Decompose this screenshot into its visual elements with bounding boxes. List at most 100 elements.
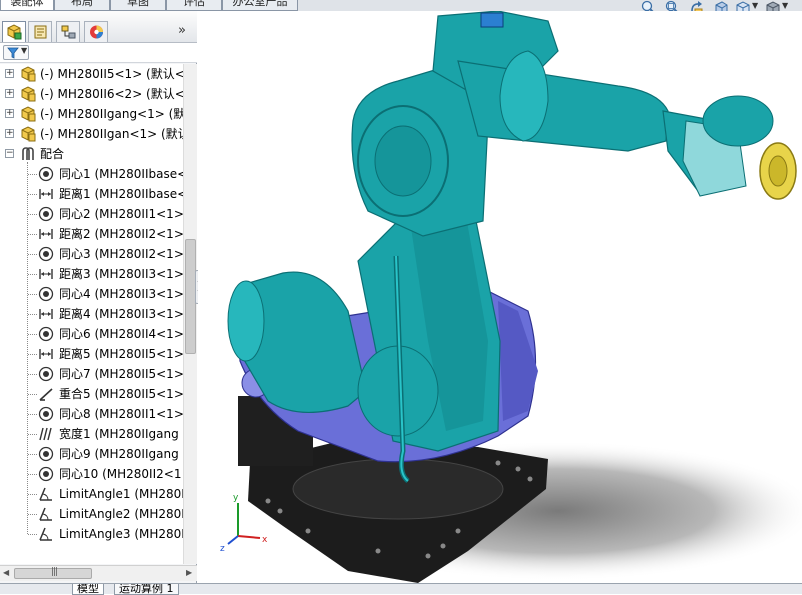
tree-item-mate[interactable]: 宽度1 (MH280IIgang [0, 424, 183, 444]
concentric-mate-icon [38, 446, 54, 462]
part-icon [20, 86, 36, 102]
distance-mate-icon [38, 226, 54, 242]
tab-motion-study-1[interactable]: 运动算例 1 [114, 584, 179, 595]
tree-item-label: (-) MH280IIgan<1> (默认 [40, 127, 183, 141]
tree-item-label: 同心7 (MH280II5<1> [59, 367, 183, 381]
horizontal-scroll-thumb[interactable]: ||| [14, 567, 92, 579]
limitangle-mate-icon [38, 486, 54, 502]
triad-z-label: z [220, 544, 225, 554]
view-orientation-dropdown-icon[interactable]: ▼ [752, 1, 758, 10]
concentric-mate-icon [38, 406, 54, 422]
filter-button[interactable]: ▼ [3, 45, 29, 60]
distance-mate-icon [38, 266, 54, 282]
tree-item-mate[interactable]: 同心8 (MH280II1<1> [0, 404, 183, 424]
tree-item-label: 同心4 (MH280II3<1> [59, 287, 183, 301]
tab-sketch[interactable]: 草图 [110, 0, 166, 11]
tree-item-label: 配合 [40, 147, 65, 161]
tree-item-label: 同心9 (MH280IIgang [59, 447, 179, 461]
configurationmanager-tab[interactable] [56, 21, 80, 42]
bottom-tab-strip: 模型 运动算例 1 [0, 583, 802, 595]
filter-icon [7, 47, 19, 59]
expand-icon[interactable]: + [5, 129, 14, 138]
concentric-mate-icon [38, 246, 54, 262]
displaymanager-tab[interactable] [84, 21, 108, 42]
triad-x-label: x [262, 535, 268, 545]
tree-item-label: 距离3 (MH280II3<1> [59, 267, 183, 281]
tab-assembly[interactable]: 装配体 [0, 0, 54, 11]
tree-item-component[interactable]: + (-) MH280IIgang<1> (默 [0, 104, 183, 124]
tree-item-label: 同心1 (MH280IIbase< [59, 167, 183, 181]
feature-tree: + (-) MH280II5<1> (默认< + (-) MH280II6<2> (默… [0, 64, 183, 564]
concentric-mate-icon [38, 326, 54, 342]
tree-item-mate[interactable]: 同心10 (MH280II2<1 [0, 464, 183, 484]
tree-item-label: 宽度1 (MH280IIgang [59, 427, 179, 441]
tree-horizontal-scrollbar[interactable]: ◀ ||| ▶ [0, 565, 197, 581]
expand-icon[interactable]: + [5, 89, 14, 98]
base-ring [292, 458, 504, 520]
tree-item-mate[interactable]: 同心1 (MH280IIbase< [0, 164, 183, 184]
filter-bar: ▼ [0, 43, 197, 63]
tree-item-label: LimitAngle2 (MH280I [59, 507, 183, 521]
tree-item-mates-folder[interactable]: − 配合 [0, 144, 183, 164]
tree-item-mate[interactable]: 同心3 (MH280II2<1> [0, 244, 183, 264]
concentric-mate-icon [38, 286, 54, 302]
panel-expand-button[interactable]: » [178, 23, 186, 38]
tree-item-mate[interactable]: LimitAngle2 (MH280I [0, 504, 183, 524]
tree-item-mate[interactable]: 同心6 (MH280II4<1> [0, 324, 183, 344]
tree-item-mate[interactable]: 同心9 (MH280IIgang [0, 444, 183, 464]
tree-item-mate[interactable]: 距离5 (MH280II5<1> [0, 344, 183, 364]
tab-evaluate[interactable]: 评估 [166, 0, 222, 11]
featuremanager-tab[interactable] [2, 21, 26, 42]
tree-item-mate[interactable]: 距离3 (MH280II3<1> [0, 264, 183, 284]
tree-item-component[interactable]: + (-) MH280II6<2> (默认< [0, 84, 183, 104]
part-icon [20, 126, 36, 142]
tab-layout[interactable]: 布局 [54, 0, 110, 11]
distance-mate-icon [38, 306, 54, 322]
limitangle-mate-icon [38, 506, 54, 522]
tree-item-mate[interactable]: 距离2 (MH280II2<1> [0, 224, 183, 244]
tree-item-label: 距离4 (MH280II3<1> [59, 307, 183, 321]
tree-item-mate[interactable]: 同心2 (MH280II1<1> [0, 204, 183, 224]
concentric-mate-icon [38, 166, 54, 182]
expand-icon[interactable]: + [5, 109, 14, 118]
forearm[interactable] [457, 60, 669, 152]
tree-item-label: 距离2 (MH280II2<1> [59, 227, 183, 241]
tree-vertical-scrollbar[interactable] [183, 64, 197, 564]
expand-icon[interactable]: + [5, 69, 14, 78]
tree-item-label: (-) MH280II5<1> (默认< [40, 67, 183, 81]
graphics-area[interactable]: y x z [198, 11, 802, 583]
tab-model[interactable]: 模型 [72, 584, 104, 595]
tree-item-mate[interactable]: 同心4 (MH280II3<1> [0, 284, 183, 304]
concentric-mate-icon [38, 206, 54, 222]
connector-box [480, 12, 504, 28]
collapse-icon[interactable]: − [5, 149, 14, 158]
robot-model[interactable]: y x z [198, 11, 802, 583]
tree-item-label: 同心2 (MH280II1<1> [59, 207, 183, 221]
part-icon [20, 106, 36, 122]
concentric-mate-icon [38, 466, 54, 482]
panel-tab-strip: » [0, 11, 197, 43]
display-style-dropdown-icon[interactable]: ▼ [782, 1, 788, 10]
scroll-left-icon[interactable]: ◀ [3, 568, 9, 577]
propertymanager-tab[interactable] [28, 21, 52, 42]
tree-item-mate[interactable]: 同心7 (MH280II5<1> [0, 364, 183, 384]
scroll-right-icon[interactable]: ▶ [186, 568, 192, 577]
width-mate-icon [38, 426, 54, 442]
tree-item-mate[interactable]: LimitAngle1 (MH280I [0, 484, 183, 504]
tree-item-component[interactable]: + (-) MH280IIgan<1> (默认 [0, 124, 183, 144]
tree-item-label: (-) MH280II6<2> (默认< [40, 87, 183, 101]
tree-item-mate[interactable]: LimitAngle3 (MH280I [0, 524, 183, 544]
triad-y-label: y [233, 493, 239, 503]
tree-item-label: LimitAngle3 (MH280I [59, 527, 183, 541]
tree-item-mate[interactable]: 距离4 (MH280II3<1> [0, 304, 183, 324]
tree-item-mate[interactable]: 距离1 (MH280IIbase< [0, 184, 183, 204]
tree-item-component[interactable]: + (-) MH280II5<1> (默认< [0, 64, 183, 84]
tree-item-mate[interactable]: 重合5 (MH280II5<1> [0, 384, 183, 404]
concentric-mate-icon [38, 366, 54, 382]
tab-office-products[interactable]: 办公室产品 [222, 0, 298, 11]
mates-folder-icon [20, 146, 36, 162]
part-icon [20, 66, 36, 82]
tree-item-label: 重合5 (MH280II5<1> [59, 387, 183, 401]
feature-manager-panel: » ▼ + (-) MH280II5<1> (默认< + (-) MH280II6<2… [0, 11, 197, 594]
wrist-joint [702, 95, 774, 147]
